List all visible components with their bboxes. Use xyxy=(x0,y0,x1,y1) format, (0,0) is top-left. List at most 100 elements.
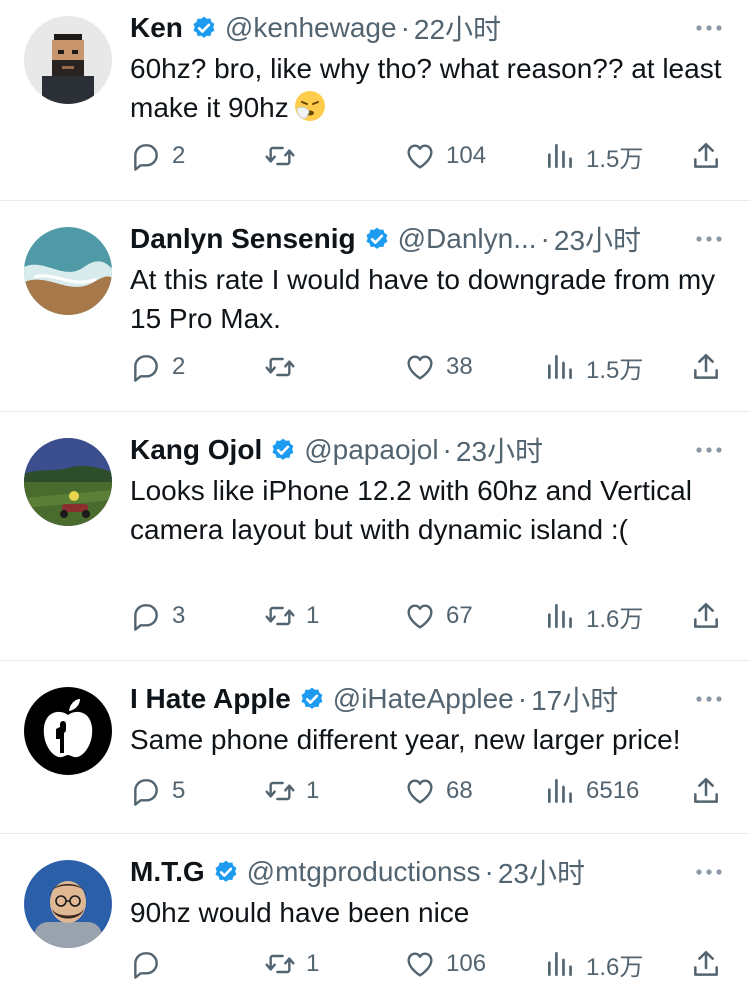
retweet-button[interactable]: 1 xyxy=(264,946,319,982)
tweet-header: I Hate Apple @iHateApplee · 17小时 xyxy=(130,679,730,719)
views-chart-icon xyxy=(548,355,572,379)
views-button[interactable]: 1.5万 xyxy=(544,349,643,385)
timestamp[interactable]: 22小时 xyxy=(414,8,501,48)
tweet[interactable]: I Hate Apple @iHateApplee · 17小时 Same ph… xyxy=(0,661,750,834)
views-button[interactable]: 1.6万 xyxy=(544,946,643,982)
tweet[interactable]: Danlyn Sensenig @Danlyn... · 23小时 At thi… xyxy=(0,201,750,412)
share-button[interactable] xyxy=(690,773,722,809)
avatar[interactable] xyxy=(24,16,112,104)
share-button[interactable] xyxy=(690,598,722,634)
share-button[interactable] xyxy=(690,138,722,174)
retweet-button[interactable]: 1 xyxy=(264,598,319,634)
reply-icon xyxy=(134,779,158,806)
like-button[interactable]: 67 xyxy=(404,598,473,634)
like-count: 104 xyxy=(446,142,487,169)
handle[interactable]: @Danlyn... xyxy=(398,223,537,255)
timestamp[interactable]: 23小时 xyxy=(456,430,543,470)
views-count: 1.5万 xyxy=(586,145,644,173)
like-button[interactable]: 106 xyxy=(404,946,486,982)
views-chart-icon xyxy=(548,604,572,628)
verified-badge-icon xyxy=(215,860,237,882)
like-button[interactable]: 104 xyxy=(404,138,486,174)
tweet[interactable]: Kang Ojol @papaojol · 23小时 Looks like iP… xyxy=(0,412,750,661)
retweet-button[interactable] xyxy=(264,349,306,385)
views-button[interactable]: 1.5万 xyxy=(544,138,643,174)
tweet-text: 90hz would have been nice xyxy=(130,897,470,928)
heart-icon xyxy=(407,779,433,804)
retweet-icon xyxy=(265,781,295,801)
handle[interactable]: @papaojol xyxy=(304,434,438,466)
avatar[interactable] xyxy=(24,438,112,526)
tweet-header: Danlyn Sensenig @Danlyn... · 23小时 xyxy=(130,219,730,259)
reply-button[interactable] xyxy=(130,946,172,982)
share-icon xyxy=(694,143,718,168)
retweet-icon xyxy=(265,954,295,974)
tweet[interactable]: M.T.G @mtgproductionss · 23小时 90hz would… xyxy=(0,834,750,991)
avatar[interactable] xyxy=(24,227,112,315)
timestamp[interactable]: 23小时 xyxy=(554,219,641,259)
tweet-feed: Ken @kenhewage · 22小时 60hz? bro, like wh… xyxy=(0,0,750,991)
share-button[interactable] xyxy=(690,946,722,982)
more-options-icon[interactable] xyxy=(694,445,724,455)
separator: · xyxy=(442,434,452,465)
tweet-text: Same phone different year, new larger pr… xyxy=(130,724,681,755)
timestamp[interactable]: 17小时 xyxy=(531,679,618,719)
more-options-icon[interactable] xyxy=(694,867,724,877)
views-button[interactable]: 1.6万 xyxy=(544,598,643,634)
more-options-icon[interactable] xyxy=(694,23,724,33)
reply-button[interactable]: 2 xyxy=(130,349,185,385)
reply-button[interactable]: 3 xyxy=(130,598,185,634)
share-icon xyxy=(694,778,718,803)
display-name[interactable]: I Hate Apple xyxy=(130,683,291,715)
retweet-button[interactable]: 1 xyxy=(264,773,319,809)
share-icon xyxy=(694,603,718,628)
verified-badge-icon xyxy=(366,227,388,249)
reply-button[interactable]: 5 xyxy=(130,773,185,809)
like-count: 68 xyxy=(446,777,473,804)
tweet-text: Looks like iPhone 12.2 with 60hz and Ver… xyxy=(130,475,692,545)
separator: · xyxy=(517,683,528,714)
views-button[interactable]: 6516 xyxy=(544,773,639,809)
views-chart-icon xyxy=(548,779,572,803)
reply-button[interactable]: 2 xyxy=(130,138,185,174)
handle[interactable]: @mtgproductionss xyxy=(247,856,481,888)
retweet-button[interactable] xyxy=(264,138,306,174)
retweet-count: 1 xyxy=(306,950,320,977)
verified-badge-icon xyxy=(193,16,215,38)
tweet-actions: 5 1 68 6516 xyxy=(130,773,726,809)
tweet-header: Kang Ojol @papaojol · 23小时 xyxy=(130,430,730,470)
retweet-icon xyxy=(265,357,295,377)
separator: · xyxy=(400,12,410,43)
share-button[interactable] xyxy=(690,349,722,385)
display-name[interactable]: Ken xyxy=(130,12,183,44)
views-count: 1.6万 xyxy=(586,953,644,981)
heart-icon xyxy=(407,355,433,380)
views-chart-icon xyxy=(548,144,572,168)
heart-icon xyxy=(407,604,433,629)
retweet-icon xyxy=(265,606,295,626)
display-name[interactable]: Kang Ojol xyxy=(130,434,262,466)
more-options-icon[interactable] xyxy=(694,694,724,704)
retweet-count: 1 xyxy=(306,777,320,804)
handle[interactable]: @iHateApplee xyxy=(333,683,514,715)
handle[interactable]: @kenhewage xyxy=(225,12,397,44)
avatar[interactable] xyxy=(24,687,112,775)
tweet-text: 60hz? bro, like why tho? what reason?? a… xyxy=(130,49,728,127)
separator: · xyxy=(540,223,550,254)
more-options-icon[interactable] xyxy=(694,234,724,244)
like-button[interactable]: 38 xyxy=(404,349,473,385)
sneezing-face-emoji-icon xyxy=(294,91,325,121)
retweet-icon xyxy=(265,146,295,166)
display-name[interactable]: M.T.G xyxy=(130,856,205,888)
like-button[interactable]: 68 xyxy=(404,773,473,809)
verified-badge-icon xyxy=(301,687,323,709)
avatar[interactable] xyxy=(24,860,112,948)
tweet-text: At this rate I would have to downgrade f… xyxy=(130,264,716,334)
heart-icon xyxy=(407,952,433,977)
share-icon xyxy=(694,354,718,379)
timestamp[interactable]: 23小时 xyxy=(498,852,585,892)
reply-icon xyxy=(134,355,158,382)
display-name[interactable]: Danlyn Sensenig xyxy=(130,223,356,255)
tweet-header: Ken @kenhewage · 22小时 xyxy=(130,8,730,48)
tweet[interactable]: Ken @kenhewage · 22小时 60hz? bro, like wh… xyxy=(0,0,750,201)
